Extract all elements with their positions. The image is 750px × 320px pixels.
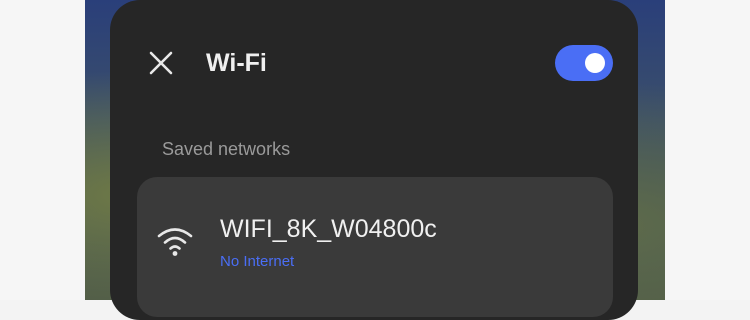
network-name: WIFI_8K_W04800c [220, 215, 437, 243]
right-margin [665, 0, 750, 300]
close-button[interactable] [144, 46, 178, 80]
left-margin [0, 0, 85, 300]
close-icon [149, 51, 173, 75]
toggle-knob [585, 53, 605, 73]
wifi-toggle[interactable] [555, 45, 613, 81]
page-title: Wi-Fi [206, 49, 267, 77]
wifi-signal-icon [157, 228, 193, 256]
saved-networks-header: Saved networks [162, 139, 291, 159]
network-status: No Internet [220, 253, 295, 270]
network-item[interactable] [137, 177, 613, 317]
